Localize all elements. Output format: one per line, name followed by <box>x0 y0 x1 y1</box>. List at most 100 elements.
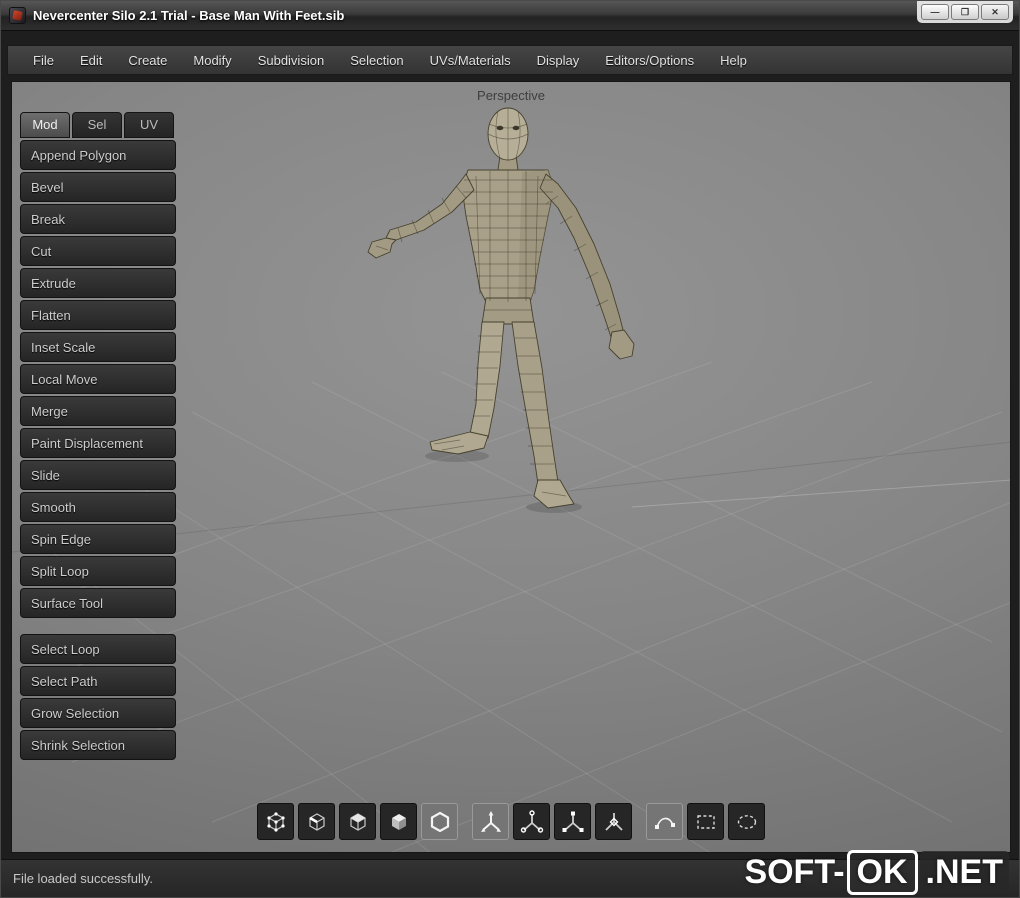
move-manipulator-icon[interactable] <box>472 803 509 840</box>
sidebar-tabs: Mod Sel UV <box>20 112 176 138</box>
selection-tool-label: Select Path <box>31 673 98 689</box>
menu-item-label: Editors/Options <box>605 52 695 68</box>
tab-mod[interactable]: Mod <box>20 112 70 138</box>
tool-button-label: Flatten <box>31 307 71 323</box>
menu-bar: File Edit Create Modify Subdivision Sele… <box>7 45 1013 75</box>
app-icon <box>9 7 26 24</box>
menu-item[interactable]: File <box>20 47 67 74</box>
selection-tool-button[interactable]: Select Loop <box>20 634 176 664</box>
tool-button-label: Cut <box>31 243 52 259</box>
watermark-suffix: .NET <box>919 851 1009 894</box>
tool-button[interactable]: Surface Tool <box>20 588 176 618</box>
window-title: Nevercenter Silo 2.1 Trial - Base Man Wi… <box>33 8 345 23</box>
minimize-button[interactable]: — <box>921 4 949 20</box>
menu-item[interactable]: UVs/Materials <box>417 47 524 74</box>
move-tripod-glyph <box>480 810 501 832</box>
scale-tripod-glyph <box>562 811 583 832</box>
face-cube-glyph <box>349 812 366 831</box>
maximize-button[interactable]: ❐ <box>951 4 979 20</box>
menu-item-label: Modify <box>193 52 232 68</box>
tool-button[interactable]: Spin Edge <box>20 524 176 554</box>
tool-button-label: Slide <box>31 467 60 483</box>
rectangle-select-icon[interactable] <box>687 803 724 840</box>
scale-manipulator-icon[interactable] <box>554 803 591 840</box>
tool-sidebar: Mod Sel UV Append Polygon Bevel Break Cu… <box>20 112 176 762</box>
status-message: File loaded successfully. <box>13 871 153 886</box>
menu-item[interactable]: Edit <box>67 47 115 74</box>
modeling-tools-list: Append Polygon Bevel Break Cut Extrude F… <box>20 140 176 618</box>
universal-tripod-glyph <box>604 812 623 831</box>
menu-item[interactable]: Subdivision <box>245 47 338 74</box>
selection-tool-button[interactable]: Grow Selection <box>20 698 176 728</box>
tool-button[interactable]: Merge <box>20 396 176 426</box>
menu-item-label: Display <box>536 52 580 68</box>
tool-button[interactable]: Cut <box>20 236 176 266</box>
model-base-man[interactable] <box>362 104 652 584</box>
menu-item-label: UVs/Materials <box>429 52 511 68</box>
menu-item-label: Subdivision <box>257 52 325 68</box>
edge-mode-icon[interactable] <box>298 803 335 840</box>
menu-item[interactable]: Editors/Options <box>592 47 707 74</box>
menu-item-label: Help <box>720 52 747 68</box>
menu-item-label: File <box>33 52 54 68</box>
object-mode-icon[interactable] <box>380 803 417 840</box>
selection-tool-label: Grow Selection <box>31 705 120 721</box>
curve-tool-icon[interactable] <box>646 803 683 840</box>
selection-tool-button[interactable]: Select Path <box>20 666 176 696</box>
tool-button[interactable]: Slide <box>20 460 176 490</box>
tool-button[interactable]: Append Polygon <box>20 140 176 170</box>
selection-tools-list: Select Loop Select Path Grow Selection S… <box>20 634 176 760</box>
tool-button-label: Append Polygon <box>31 147 127 163</box>
face-mode-icon[interactable] <box>339 803 376 840</box>
tool-button[interactable]: Split Loop <box>20 556 176 586</box>
vertex-mode-icon[interactable] <box>257 803 294 840</box>
tool-button-label: Inset Scale <box>31 339 96 355</box>
tool-button[interactable]: Extrude <box>20 268 176 298</box>
tool-button-label: Local Move <box>31 371 98 387</box>
selection-tool-label: Shrink Selection <box>31 737 125 753</box>
curve-glyph <box>654 817 675 829</box>
manipulator-group <box>472 803 632 840</box>
menu-item[interactable]: Help <box>707 47 760 74</box>
component-mode-group <box>257 803 458 840</box>
selection-tool-label: Select Loop <box>31 641 100 657</box>
rotate-manipulator-icon[interactable] <box>513 803 550 840</box>
tool-button-label: Extrude <box>31 275 76 291</box>
menu-item-label: Selection <box>350 52 404 68</box>
perspective-viewport[interactable]: Perspective Mod Sel UV Append Polygon Be… <box>11 81 1011 853</box>
menu-item[interactable]: Create <box>115 47 180 74</box>
hexagon-glyph <box>430 811 449 832</box>
tool-button[interactable]: Local Move <box>20 364 176 394</box>
watermark: SOFT- OK .NET <box>744 850 1009 895</box>
universal-manipulator-icon[interactable] <box>595 803 632 840</box>
tool-button-label: Split Loop <box>31 563 89 579</box>
tool-button[interactable]: Bevel <box>20 172 176 202</box>
tool-button-label: Paint Displacement <box>31 435 143 451</box>
title-bar[interactable]: Nevercenter Silo 2.1 Trial - Base Man Wi… <box>1 1 1019 31</box>
tool-button[interactable]: Break <box>20 204 176 234</box>
lasso-select-icon[interactable] <box>728 803 765 840</box>
tool-button[interactable]: Flatten <box>20 300 176 330</box>
watermark-prefix: SOFT- <box>744 853 845 891</box>
tool-button[interactable]: Inset Scale <box>20 332 176 362</box>
group-gap <box>20 620 176 634</box>
selection-tool-button[interactable]: Shrink Selection <box>20 730 176 760</box>
tool-button[interactable]: Paint Displacement <box>20 428 176 458</box>
lasso-ellipse-glyph <box>737 814 756 829</box>
app-window: Nevercenter Silo 2.1 Trial - Base Man Wi… <box>0 0 1020 898</box>
polygon-mode-icon[interactable] <box>421 803 458 840</box>
object-cube-glyph <box>391 813 406 830</box>
close-button[interactable]: ✕ <box>981 4 1009 20</box>
tool-button-label: Spin Edge <box>31 531 91 547</box>
tool-button-label: Merge <box>31 403 68 419</box>
selection-shape-group <box>646 803 765 840</box>
marquee-rect-glyph <box>696 814 715 829</box>
tab-sel[interactable]: Sel <box>72 112 122 138</box>
tab-uv[interactable]: UV <box>124 112 174 138</box>
tool-button[interactable]: Smooth <box>20 492 176 522</box>
menu-item[interactable]: Display <box>524 47 593 74</box>
menu-item[interactable]: Modify <box>180 47 244 74</box>
menu-item[interactable]: Selection <box>337 47 416 74</box>
tool-button-label: Surface Tool <box>31 595 104 611</box>
watermark-boxed: OK <box>846 850 918 895</box>
